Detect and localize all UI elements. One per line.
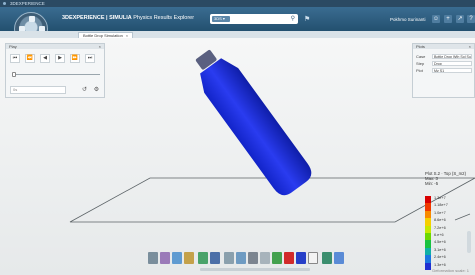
bottle-model[interactable] <box>185 42 315 199</box>
time-input[interactable]: 0s <box>10 86 66 94</box>
play-panel: Play × ⏮ ⏪ ◀ ▶ ⏩ ⏭ 0s ↺ ⚙ <box>5 43 105 98</box>
legend-swatch <box>425 255 431 263</box>
case-select[interactable]: Bottle Drop Wth Sol Suja 1 <box>432 54 472 59</box>
legend-min: Min: -5 <box>425 181 439 186</box>
legend-swatch <box>425 262 431 270</box>
measure-icon[interactable] <box>210 252 220 264</box>
capture-icon[interactable] <box>334 252 344 264</box>
view-icon[interactable] <box>148 252 158 264</box>
probe-icon[interactable] <box>184 252 194 264</box>
cut-icon[interactable] <box>172 252 182 264</box>
play-button[interactable]: ▶ <box>55 54 65 63</box>
compare-icon[interactable] <box>236 252 246 264</box>
legend-swatch <box>425 232 431 241</box>
time-slider-handle[interactable] <box>12 72 16 77</box>
legend-label: 1.18e+7 <box>434 203 448 208</box>
top-app-bar: 3DEXPERIENCE | SIMULIA Physics Results E… <box>0 7 475 46</box>
close-icon[interactable]: × <box>469 44 471 49</box>
rewind-button[interactable]: ⏪ <box>25 54 35 63</box>
legend-label: 1.0e+7 <box>434 210 446 215</box>
legend-swatch <box>425 210 431 219</box>
legend-color-bar <box>425 196 431 270</box>
contour-icon[interactable] <box>284 252 294 264</box>
search-scope-tag[interactable]: 3DS ▾ <box>212 16 230 22</box>
os-title-text: 3DEXPERIENCE <box>10 1 45 6</box>
step-select[interactable]: Drop <box>432 61 472 66</box>
legend-label: 7.2e+6 <box>434 225 446 230</box>
legend-swatch <box>425 218 431 226</box>
brand-bold: 3DEXPERIENCE | SIMULIA <box>62 15 132 21</box>
search-icon[interactable]: ⚲ <box>291 15 295 23</box>
share-icon[interactable]: ↗ <box>456 15 464 23</box>
legend-label: 4.5e+6 <box>434 240 446 245</box>
settings-icon[interactable]: ⚙ <box>92 86 101 94</box>
legend-label: 3.1e+6 <box>434 247 446 252</box>
legend-icon[interactable] <box>296 252 306 264</box>
legend-label: 6.e+6 <box>434 233 444 237</box>
legend-label: 2.4e+6 <box>434 255 446 260</box>
case-label: Case <box>416 54 426 59</box>
report-icon[interactable] <box>260 252 270 264</box>
last-frame-button[interactable]: ⏭ <box>85 54 95 63</box>
scrollbar[interactable] <box>467 231 471 253</box>
export-icon[interactable] <box>322 252 332 264</box>
help-icon[interactable]: ? <box>467 15 475 23</box>
plot-select[interactable]: Mz S1 <box>432 68 472 73</box>
legend-label: 1.3e+6 <box>434 262 446 267</box>
color-legend: Plot S.2 · Top (S_m2) Max: 3 Min: -5 1.3… <box>425 171 475 275</box>
user-avatar-icon[interactable]: ☺ <box>432 15 440 23</box>
toolbar-subbar <box>200 268 310 271</box>
brand-rest: Physics Results Explorer <box>131 15 195 21</box>
tag-icon[interactable]: ⚑ <box>304 15 310 23</box>
legend-swatch <box>425 247 431 256</box>
close-icon[interactable]: × <box>99 44 101 49</box>
add-icon[interactable]: + <box>444 15 452 23</box>
legend-label: 1.3e+7 <box>434 196 446 200</box>
os-title-bar: 3DEXPERIENCE <box>0 0 475 7</box>
plot-label: Plot <box>416 68 423 73</box>
tab-bar: Bottle Drop Simulation × <box>0 31 475 38</box>
plot-panel-header: Plots × <box>413 44 474 49</box>
loop-icon[interactable]: ↺ <box>80 86 89 94</box>
time-slider-track[interactable] <box>12 74 100 75</box>
plot-panel-title: Plots <box>416 44 425 49</box>
edit-icon[interactable] <box>272 252 282 264</box>
fast-forward-button[interactable]: ⏩ <box>70 54 80 63</box>
first-frame-button[interactable]: ⏮ <box>10 54 20 63</box>
step-back-button[interactable]: ◀ <box>40 54 50 63</box>
brand-title: 3DEXPERIENCE | SIMULIA Physics Results E… <box>62 15 194 21</box>
step-label: Step <box>416 61 425 66</box>
status-text: Deformation scale: 1 <box>432 268 469 273</box>
compass-north-icon[interactable] <box>29 16 35 22</box>
legend-label: 8.6e+6 <box>434 218 446 223</box>
play-panel-title: Play <box>9 44 17 49</box>
app-logo-icon <box>3 2 6 5</box>
user-name[interactable]: Pokhmo Surinanti <box>390 17 426 22</box>
legend-swatch <box>425 203 431 211</box>
section-icon[interactable] <box>160 252 170 264</box>
filter-icon[interactable] <box>224 252 234 264</box>
plot-panel: Plots × Case Bottle Drop Wth Sol Suja 1 … <box>412 43 475 98</box>
play-panel-header: Play × <box>6 44 104 49</box>
legend-swatch <box>425 225 431 233</box>
animate-icon[interactable] <box>198 252 208 264</box>
grid-icon[interactable] <box>248 252 258 264</box>
search-input[interactable]: 3DS ▾ ⚲ <box>210 14 298 24</box>
legend-swatch <box>425 196 431 204</box>
blank-icon[interactable] <box>308 252 318 264</box>
legend-swatch <box>425 240 431 248</box>
